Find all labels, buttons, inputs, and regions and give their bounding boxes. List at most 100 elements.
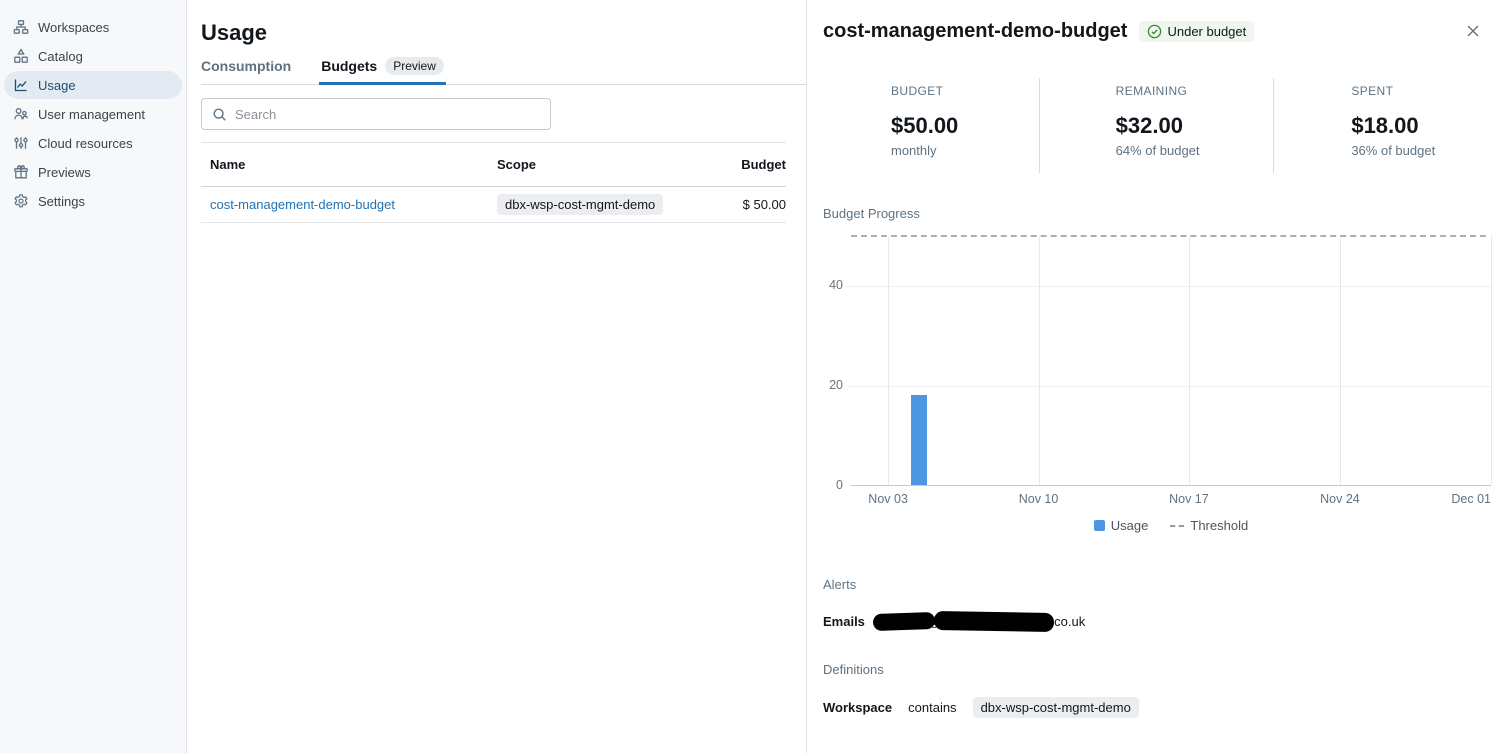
status-badge: Under budget <box>1139 21 1254 42</box>
chart-plot-area: 02040Nov 03Nov 10Nov 17Nov 24Dec 01 <box>851 236 1491 486</box>
definition-key: Workspace <box>823 700 892 715</box>
y-gridline <box>846 386 1491 387</box>
y-axis-tick-label: 0 <box>836 478 843 492</box>
sidebar-item-label: Cloud resources <box>38 136 133 151</box>
definition-value-tag: dbx-wsp-cost-mgmt-demo <box>973 697 1139 718</box>
y-axis-tick-label: 20 <box>829 378 843 392</box>
legend-item-usage[interactable]: Usage <box>1094 518 1149 533</box>
stats-row: BUDGET $50.00 monthly REMAINING $32.00 6… <box>807 78 1497 173</box>
sidebar-item-label: Catalog <box>38 49 83 64</box>
stat-value: $50.00 <box>891 113 1039 139</box>
sidebar-item-label: Usage <box>38 78 76 93</box>
tab-budgets[interactable]: Budgets Preview <box>321 57 444 84</box>
redacted-email-blob <box>934 611 1054 632</box>
sidebar-item-cloud-resources[interactable]: Cloud resources <box>4 129 182 157</box>
budget-name-link[interactable]: cost-management-demo-budget <box>210 197 395 212</box>
usage-icon <box>13 77 29 93</box>
table-header-row: Name Scope Budget <box>201 142 786 187</box>
tab-budgets-label: Budgets <box>321 58 377 74</box>
stat-remaining: REMAINING $32.00 64% of budget <box>1039 78 1274 173</box>
stat-subtext: 36% of budget <box>1351 143 1497 158</box>
stat-budget: BUDGET $50.00 monthly <box>807 78 1039 173</box>
definition-row: Workspace contains dbx-wsp-cost-mgmt-dem… <box>823 697 1139 718</box>
stat-subtext: 64% of budget <box>1116 143 1274 158</box>
stat-label: REMAINING <box>1116 84 1274 98</box>
sidebar-item-label: Previews <box>38 165 91 180</box>
panel-header: cost-management-demo-budget Under budget <box>823 19 1485 43</box>
settings-icon <box>13 193 29 209</box>
sidebar-item-settings[interactable]: Settings <box>4 187 182 215</box>
column-header-budget: Budget <box>696 157 786 172</box>
tab-consumption-label: Consumption <box>201 58 291 74</box>
budget-progress-chart: Budget Progress 02040Nov 03Nov 10Nov 17N… <box>823 206 1491 533</box>
tab-consumption[interactable]: Consumption <box>201 57 291 84</box>
main-content: Usage Consumption Budgets Preview Name S… <box>187 0 806 753</box>
stat-label: SPENT <box>1351 84 1497 98</box>
legend-usage-label: Usage <box>1111 518 1149 533</box>
column-header-scope: Scope <box>497 157 696 172</box>
emails-label: Emails <box>823 614 865 629</box>
stat-label: BUDGET <box>891 84 1039 98</box>
sidebar-item-usage[interactable]: Usage <box>4 71 182 99</box>
x-axis-tick-label: Nov 03 <box>868 492 908 506</box>
y-axis-tick-label: 40 <box>829 278 843 292</box>
x-axis-tick-label: Dec 01 <box>1451 492 1491 506</box>
x-axis-tick-label: Nov 10 <box>1019 492 1059 506</box>
tab-bar: Consumption Budgets Preview <box>201 57 806 85</box>
stat-spent: SPENT $18.00 36% of budget <box>1273 78 1497 173</box>
sidebar: Workspaces Catalog Usage User <box>0 0 187 753</box>
x-axis-tick-label: Nov 24 <box>1320 492 1360 506</box>
sidebar-item-workspaces[interactable]: Workspaces <box>4 13 182 41</box>
catalog-icon <box>13 48 29 64</box>
sidebar-item-catalog[interactable]: Catalog <box>4 42 182 70</box>
x-gridline <box>1039 236 1040 485</box>
x-gridline <box>1491 236 1492 485</box>
close-icon <box>1466 24 1480 38</box>
usage-bar <box>911 395 927 485</box>
column-header-name: Name <box>201 157 497 172</box>
redacted-email-blob <box>873 612 936 631</box>
search-input[interactable] <box>235 107 540 122</box>
definition-operator: contains <box>908 700 956 715</box>
threshold-dash-icon <box>1170 525 1184 527</box>
status-badge-label: Under budget <box>1167 24 1246 39</box>
definitions-section: Definitions Workspace contains dbx-wsp-c… <box>823 662 1139 718</box>
cloud-resources-icon <box>13 135 29 151</box>
search-box <box>201 98 551 130</box>
x-axis-tick-label: Nov 17 <box>1169 492 1209 506</box>
table-row[interactable]: cost-management-demo-budget dbx-wsp-cost… <box>201 187 786 223</box>
legend-threshold-label: Threshold <box>1190 518 1248 533</box>
budget-amount: $ 50.00 <box>696 197 786 212</box>
x-gridline <box>888 236 889 485</box>
threshold-line <box>851 235 1486 237</box>
sidebar-item-previews[interactable]: Previews <box>4 158 182 186</box>
sidebar-item-label: Workspaces <box>38 20 109 35</box>
usage-swatch-icon <box>1094 520 1105 531</box>
scope-tag: dbx-wsp-cost-mgmt-demo <box>497 194 663 215</box>
check-circle-icon <box>1147 24 1162 39</box>
stat-value: $18.00 <box>1351 113 1497 139</box>
chart-legend: Usage Threshold <box>851 518 1491 533</box>
search-icon <box>212 107 227 122</box>
page-title: Usage <box>201 20 267 46</box>
alerts-heading: Alerts <box>823 577 1085 592</box>
definitions-heading: Definitions <box>823 662 1139 677</box>
panel-title: cost-management-demo-budget <box>823 20 1127 43</box>
stat-value: $32.00 <box>1116 113 1274 139</box>
workspaces-icon <box>13 19 29 35</box>
budget-detail-panel: cost-management-demo-budget Under budget… <box>806 0 1497 753</box>
close-panel-button[interactable] <box>1461 19 1485 43</box>
x-gridline <box>1340 236 1341 485</box>
sidebar-item-user-management[interactable]: User management <box>4 100 182 128</box>
x-gridline <box>1189 236 1190 485</box>
previews-icon <box>13 164 29 180</box>
stat-subtext: monthly <box>891 143 1039 158</box>
sidebar-item-label: Settings <box>38 194 85 209</box>
chart-title: Budget Progress <box>823 206 1491 221</box>
y-gridline <box>846 286 1491 287</box>
alerts-section: Alerts Emails @ co.uk <box>823 577 1085 631</box>
preview-badge: Preview <box>385 57 444 75</box>
emails-row: Emails @ co.uk <box>823 612 1085 631</box>
budgets-table: Name Scope Budget cost-management-demo-b… <box>201 142 786 223</box>
legend-item-threshold[interactable]: Threshold <box>1170 518 1248 533</box>
